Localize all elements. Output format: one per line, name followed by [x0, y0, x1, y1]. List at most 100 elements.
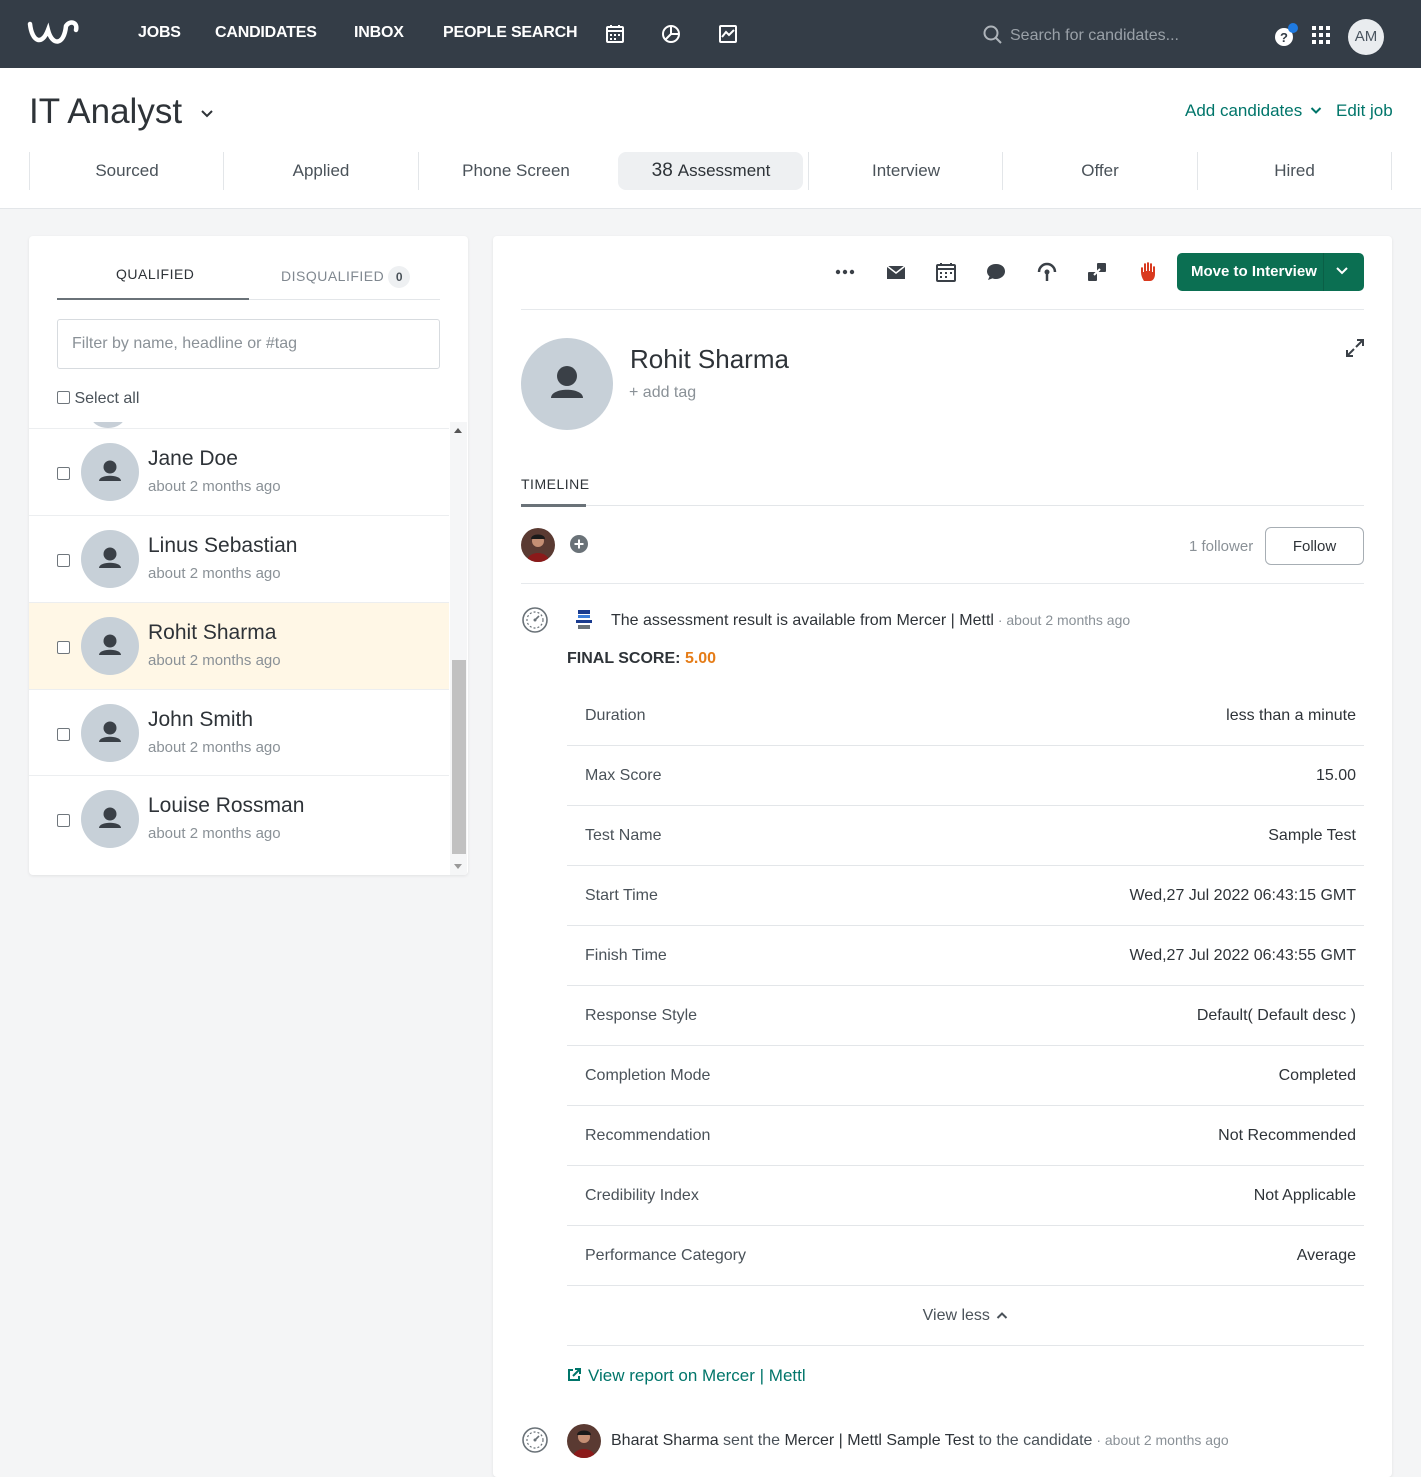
detail-key: Credibility Index [585, 1187, 699, 1204]
user-avatar[interactable]: AM [1348, 19, 1384, 55]
detail-value: Sample Test [1268, 827, 1356, 844]
stage-applied[interactable]: Applied [223, 152, 418, 190]
job-title-dropdown[interactable]: IT Analyst [29, 92, 214, 132]
stage-sourced[interactable]: Sourced [29, 152, 224, 190]
move-to-interview-button[interactable]: Move to Interview [1177, 253, 1364, 291]
reports-chart-icon[interactable] [716, 22, 740, 46]
follower-avatar[interactable] [521, 528, 555, 562]
candidate-row[interactable]: Louise Rossman about 2 months ago [29, 775, 449, 862]
edit-job-link[interactable]: Edit job [1336, 101, 1393, 121]
candidate-list-panel: QUALIFIED DISQUALIFIED0 Select all Jane … [29, 236, 468, 875]
detail-value: Average [1296, 1247, 1356, 1264]
event-actor: Bharat Sharma [611, 1432, 719, 1449]
nav-jobs-link[interactable]: JOBS [138, 24, 181, 42]
detail-row: Performance Category Average [567, 1226, 1364, 1286]
checkbox[interactable] [57, 391, 70, 404]
add-candidates-button[interactable]: Add candidates [1185, 101, 1322, 121]
pie-chart-icon[interactable] [659, 22, 683, 46]
stage-label: Hired [1274, 161, 1315, 180]
candidate-row[interactable]: Jane Doe about 2 months ago [29, 428, 449, 515]
mercer-mettl-logo-icon [576, 610, 592, 629]
candidate-row[interactable]: Linus Sebastian about 2 months ago [29, 515, 449, 602]
select-all-checkbox[interactable]: Select all [57, 390, 139, 408]
detail-key: Start Time [585, 887, 658, 904]
detail-key: Duration [585, 707, 646, 724]
stage-interview[interactable]: Interview [808, 152, 1003, 190]
candidate-name: John Smith [148, 708, 254, 731]
candidate-time: about 2 months ago [148, 825, 281, 842]
pipeline-stages: Sourced Applied Phone Screen 38 Assessmen… [29, 152, 1392, 190]
detail-key: Finish Time [585, 947, 667, 964]
candidate-time: about 2 months ago [148, 565, 281, 582]
add-tag-button[interactable]: + add tag [629, 384, 696, 402]
stage-count: 38 [651, 160, 673, 181]
calendar-icon[interactable] [603, 22, 627, 46]
nav-candidates-link[interactable]: CANDIDATES [215, 24, 317, 42]
workable-logo-icon[interactable] [26, 16, 82, 52]
schedule-calendar-icon[interactable] [934, 260, 958, 284]
detail-key: Response Style [585, 1007, 698, 1024]
nav-people-search-link[interactable]: PEOPLE SEARCH [443, 24, 578, 42]
nav-inbox-link[interactable]: INBOX [354, 24, 404, 42]
person-icon [99, 721, 121, 742]
final-score: FINAL SCORE: 5.00 [567, 650, 716, 668]
detail-key: Test Name [585, 827, 662, 844]
list-scrollbar[interactable] [450, 422, 467, 875]
candidate-row[interactable]: John Smith about 2 months ago [29, 689, 449, 776]
tab-disqualified[interactable]: DISQUALIFIED 0 [281, 266, 411, 288]
chevron-down-icon[interactable] [1335, 266, 1349, 276]
tab-qualified[interactable]: QUALIFIED [116, 266, 194, 282]
external-link-icon [568, 1368, 581, 1381]
share-transfer-icon[interactable] [1085, 260, 1109, 284]
expand-icon[interactable] [1344, 337, 1366, 359]
event-time: · about 2 months ago [1092, 1432, 1229, 1448]
stage-phone-screen[interactable]: Phone Screen [418, 152, 613, 190]
comment-icon[interactable] [984, 260, 1008, 284]
stage-label: Assessment [677, 161, 771, 180]
candidate-row-selected[interactable]: Rohit Sharma about 2 months ago [29, 602, 449, 689]
candidate-name: Jane Doe [148, 447, 238, 470]
view-report-label: View report on Mercer | Mettl [588, 1366, 806, 1385]
event-message: The assessment result is available from … [611, 612, 994, 629]
person-photo-icon [573, 1430, 595, 1458]
divider [521, 505, 1364, 506]
email-icon[interactable] [884, 260, 908, 284]
candidate-name: Rohit Sharma [148, 621, 277, 644]
candidate-checkbox[interactable] [57, 641, 70, 654]
divider [521, 583, 1364, 584]
event-object: Mercer | Mettl Sample Test [784, 1432, 975, 1449]
detail-value: Not Applicable [1253, 1187, 1356, 1204]
search-icon [983, 25, 1002, 44]
candidate-checkbox[interactable] [57, 554, 70, 567]
add-follower-icon[interactable] [569, 534, 589, 554]
scrollbar-thumb[interactable] [452, 660, 466, 854]
candidate-filter-input[interactable] [57, 319, 440, 369]
view-less-toggle[interactable]: View less [567, 1286, 1364, 1346]
divider [521, 309, 1364, 310]
follow-button[interactable]: Follow [1265, 527, 1364, 565]
scroll-up-arrow-icon[interactable] [454, 428, 462, 433]
final-score-value: 5.00 [684, 650, 717, 667]
event-verb: sent the [718, 1432, 785, 1449]
assessment-details-table: Duration less than a minute Max Score 15.0… [567, 686, 1364, 1286]
stage-assessment[interactable]: 38 Assessment [618, 152, 803, 190]
candidate-checkbox[interactable] [57, 467, 70, 480]
candidate-checkbox[interactable] [57, 814, 70, 827]
global-search[interactable] [980, 22, 1240, 50]
stage-label: Applied [292, 161, 350, 180]
sender-avatar [567, 1424, 601, 1458]
person-icon [99, 634, 121, 655]
detail-row: Duration less than a minute [567, 686, 1364, 746]
tab-timeline[interactable]: TIMELINE [521, 476, 590, 492]
help-icon[interactable]: ? [1272, 22, 1300, 50]
more-options-icon[interactable] [833, 260, 857, 284]
search-input[interactable] [1010, 22, 1238, 50]
disqualify-hand-icon[interactable] [1137, 260, 1161, 284]
stage-hired[interactable]: Hired [1197, 152, 1392, 190]
scroll-down-arrow-icon[interactable] [454, 864, 462, 869]
stage-offer[interactable]: Offer [1002, 152, 1197, 190]
apps-grid-icon[interactable] [1310, 24, 1332, 46]
candidate-checkbox[interactable] [57, 728, 70, 741]
view-report-link[interactable]: View report on Mercer | Mettl [566, 1366, 806, 1386]
assessment-icon[interactable] [1035, 260, 1059, 284]
